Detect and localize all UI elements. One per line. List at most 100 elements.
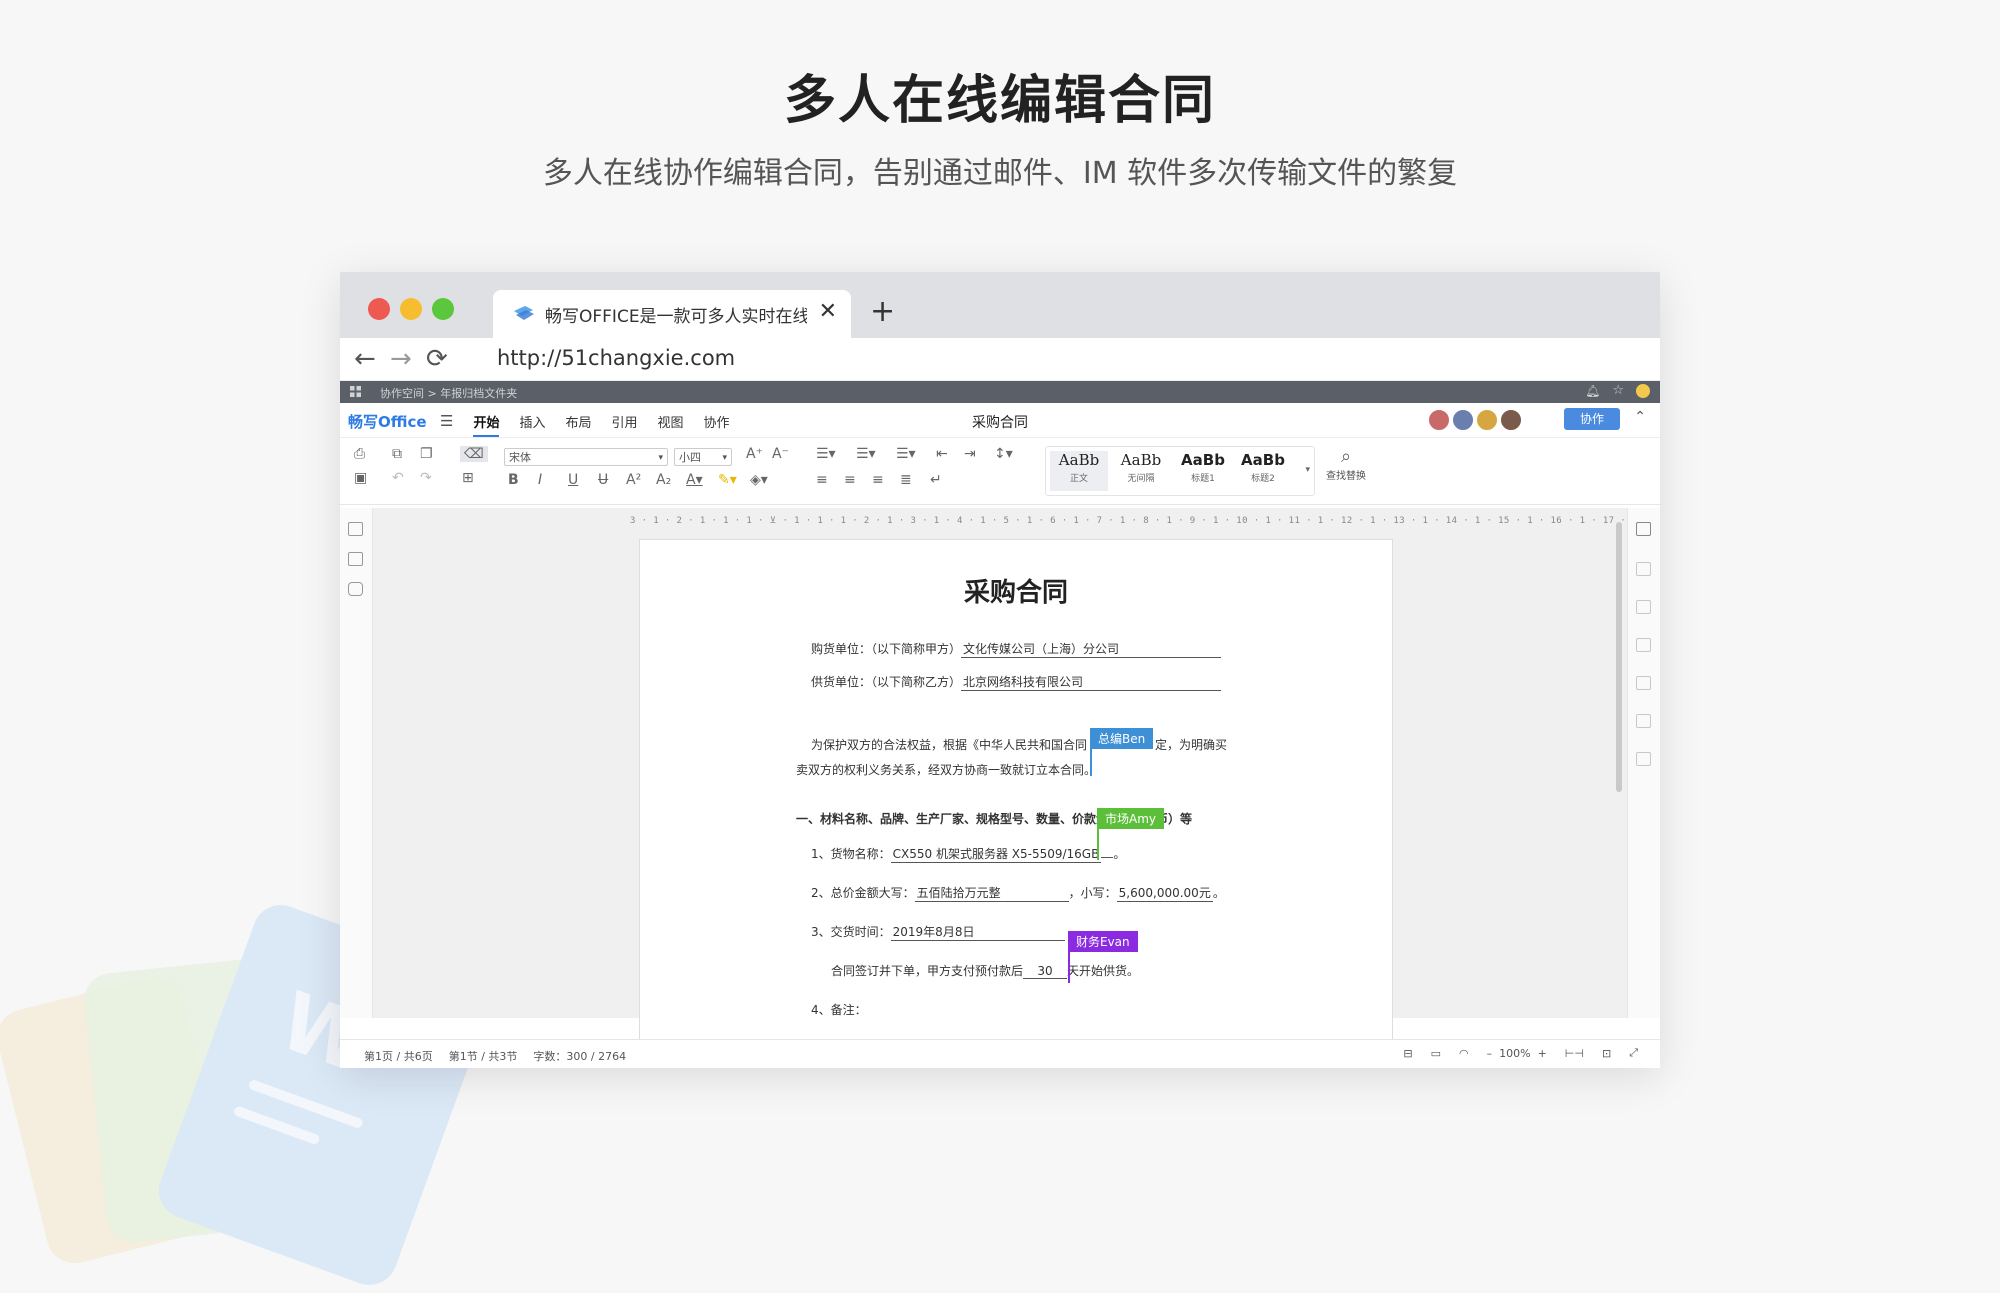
header-footer-icon[interactable] bbox=[1636, 638, 1651, 652]
amount-words-field[interactable]: 五佰陆拾万元整 bbox=[914, 884, 1069, 902]
comment-icon[interactable] bbox=[348, 582, 363, 596]
goods-name-field[interactable]: CX550 机架式服务器 X5-5509/16GB bbox=[890, 845, 1102, 863]
text-art-icon[interactable] bbox=[1636, 752, 1651, 766]
avatar[interactable] bbox=[1500, 409, 1522, 431]
decrease-font-icon[interactable]: A⁻ bbox=[772, 446, 789, 462]
justify-icon[interactable]: ≣ bbox=[900, 472, 912, 488]
align-left-icon[interactable]: ≡ bbox=[816, 472, 828, 488]
copy-icon[interactable]: ⧉ bbox=[392, 446, 402, 462]
fit-page-icon[interactable]: ⊡ bbox=[1602, 1047, 1611, 1060]
font-family-select[interactable]: 宋体 ▾ bbox=[504, 448, 668, 466]
style-normal[interactable]: AaBb 正文 bbox=[1050, 451, 1108, 491]
paste-icon[interactable]: ❐ bbox=[420, 446, 433, 462]
shading-icon[interactable]: ◈▾ bbox=[750, 472, 768, 488]
increase-indent-icon[interactable]: ⇥ bbox=[964, 446, 976, 462]
document-page[interactable]: 采购合同 购货单位：（以下简称甲方） 文化传媒公司（上海）分公司 供货单位：（以下… bbox=[639, 539, 1393, 1061]
collaborate-button[interactable]: 协作 bbox=[1564, 408, 1620, 430]
forward-arrow-icon[interactable]: → bbox=[390, 344, 412, 374]
tab-home[interactable]: 开始 bbox=[473, 412, 500, 437]
back-arrow-icon[interactable]: ← bbox=[354, 344, 376, 374]
underline-icon[interactable]: U bbox=[568, 472, 578, 488]
decrease-indent-icon[interactable]: ⇤ bbox=[936, 446, 948, 462]
reload-icon[interactable]: ⟳ bbox=[426, 344, 448, 374]
highlight-icon[interactable]: ✎▾ bbox=[718, 472, 737, 488]
collaborator-avatars[interactable] bbox=[1428, 409, 1522, 431]
status-bar: 第1页 / 共6页 第1节 / 共3节 字数：300 / 2764 ⊟ ▭ ◠ … bbox=[340, 1039, 1660, 1068]
style-more-icon[interactable]: ▾ bbox=[1305, 465, 1310, 475]
menu-tabs: ☰ 开始 插入 布局 引用 视图 协作 bbox=[440, 412, 730, 437]
table-settings-icon[interactable] bbox=[1636, 562, 1651, 576]
print-icon[interactable]: ⎙ bbox=[354, 446, 365, 462]
fit-width-icon[interactable]: ⊢⊣ bbox=[1565, 1047, 1584, 1060]
multilevel-list-icon[interactable]: ☰▾ bbox=[896, 446, 916, 462]
amount-number-field[interactable]: 5,600,000.00元 bbox=[1116, 884, 1213, 902]
avatar[interactable] bbox=[1452, 409, 1474, 431]
url-field[interactable]: http://51changxie.com bbox=[497, 346, 735, 370]
font-color-icon[interactable]: A▾ bbox=[686, 472, 703, 488]
track-changes-icon[interactable]: ⊟ bbox=[1403, 1047, 1412, 1060]
browser-tab[interactable]: 畅写OFFICE是一款可多人实时在线编辑的Office ✕ bbox=[493, 290, 851, 338]
tab-view[interactable]: 视图 bbox=[658, 412, 684, 437]
style-heading2[interactable]: AaBb 标题2 bbox=[1234, 451, 1292, 491]
cursor-tag-evan: 财务Evan bbox=[1068, 931, 1138, 952]
user-avatar[interactable] bbox=[1636, 383, 1650, 398]
find-replace-button[interactable]: ⌕ 查找替换 bbox=[1326, 446, 1366, 482]
line-spacing-icon[interactable]: ↕▾ bbox=[994, 446, 1013, 462]
tab-collaborate[interactable]: 协作 bbox=[704, 412, 730, 437]
cursor-caret-evan bbox=[1068, 951, 1070, 983]
zoom-control[interactable]: – 100% + bbox=[1487, 1047, 1547, 1060]
strikethrough-icon[interactable]: U bbox=[598, 472, 608, 488]
paragraph-mark-icon[interactable]: ↵ bbox=[930, 472, 942, 488]
italic-icon[interactable]: I bbox=[538, 472, 542, 488]
minimize-window-button[interactable] bbox=[400, 298, 422, 320]
paragraph-settings-icon[interactable] bbox=[1636, 522, 1651, 536]
bold-icon[interactable]: B bbox=[508, 472, 519, 488]
outline-icon[interactable] bbox=[348, 522, 363, 536]
new-tab-button[interactable]: + bbox=[870, 294, 895, 329]
tab-references[interactable]: 引用 bbox=[612, 412, 638, 437]
redo-icon[interactable]: ↷ bbox=[420, 470, 432, 486]
ruler[interactable]: 3 · 1 · 2 · 1 · 1 · 1 · ⊻ · 1 · 1 · 1 · … bbox=[630, 516, 1660, 528]
bell-icon[interactable]: 🔔︎ bbox=[1585, 384, 1600, 398]
delivery-date-field[interactable]: 2019年8月8日 bbox=[890, 923, 1065, 941]
avatar[interactable] bbox=[1476, 409, 1498, 431]
days-field[interactable]: 30 bbox=[1023, 964, 1068, 979]
align-center-icon[interactable]: ≡ bbox=[844, 472, 856, 488]
page-count: 第1页 / 共6页 bbox=[364, 1050, 433, 1063]
format-painter-icon[interactable]: ⊞ bbox=[462, 470, 474, 486]
undo-icon[interactable]: ↶ bbox=[392, 470, 404, 486]
star-icon[interactable]: ☆ bbox=[1612, 383, 1624, 398]
bullet-list-icon[interactable]: ☰▾ bbox=[816, 446, 836, 462]
style-no-spacing[interactable]: AaBb 无间隔 bbox=[1112, 451, 1170, 491]
supplier-field[interactable]: 北京网络科技有限公司 bbox=[961, 673, 1222, 691]
font-size-select[interactable]: 小四 ▾ bbox=[674, 448, 732, 466]
close-window-button[interactable] bbox=[368, 298, 390, 320]
vertical-scrollbar[interactable] bbox=[1616, 522, 1622, 792]
shape-settings-icon[interactable] bbox=[1636, 676, 1651, 690]
comments-toggle-icon[interactable]: ▭ bbox=[1431, 1047, 1441, 1060]
increase-font-icon[interactable]: A⁺ bbox=[746, 446, 763, 462]
collapse-ribbon-icon[interactable]: ⌃ bbox=[1634, 409, 1646, 425]
superscript-icon[interactable]: A² bbox=[626, 472, 641, 488]
avatar[interactable] bbox=[1428, 409, 1450, 431]
buyer-line: 购货单位：（以下简称甲方） 文化传媒公司（上海）分公司 bbox=[811, 640, 1222, 658]
tab-layout[interactable]: 布局 bbox=[565, 412, 591, 437]
save-icon[interactable]: ▣ bbox=[354, 470, 367, 486]
image-settings-icon[interactable] bbox=[1636, 600, 1651, 614]
close-tab-icon[interactable]: ✕ bbox=[819, 299, 837, 324]
eraser-icon[interactable]: ⌫ bbox=[460, 446, 488, 462]
subscript-icon[interactable]: A₂ bbox=[656, 472, 671, 488]
apps-grid-icon[interactable] bbox=[350, 386, 361, 397]
menu-toggle-icon[interactable]: ☰ bbox=[440, 412, 453, 437]
breadcrumb[interactable]: 协作空间 > 年报归档文件夹 bbox=[380, 385, 517, 401]
buyer-field[interactable]: 文化传媒公司（上海）分公司 bbox=[961, 640, 1222, 658]
chart-settings-icon[interactable] bbox=[1636, 714, 1651, 728]
style-heading1[interactable]: AaBb 标题1 bbox=[1174, 451, 1232, 491]
fullscreen-icon[interactable]: ⤢ bbox=[1629, 1046, 1638, 1060]
search-doc-icon[interactable] bbox=[348, 552, 363, 566]
numbered-list-icon[interactable]: ☰▾ bbox=[856, 446, 876, 462]
tab-insert[interactable]: 插入 bbox=[519, 412, 545, 437]
maximize-window-button[interactable] bbox=[432, 298, 454, 320]
align-right-icon[interactable]: ≡ bbox=[872, 472, 884, 488]
app-topbar: 协作空间 > 年报归档文件夹 🔔︎ ☆ bbox=[340, 381, 1660, 403]
